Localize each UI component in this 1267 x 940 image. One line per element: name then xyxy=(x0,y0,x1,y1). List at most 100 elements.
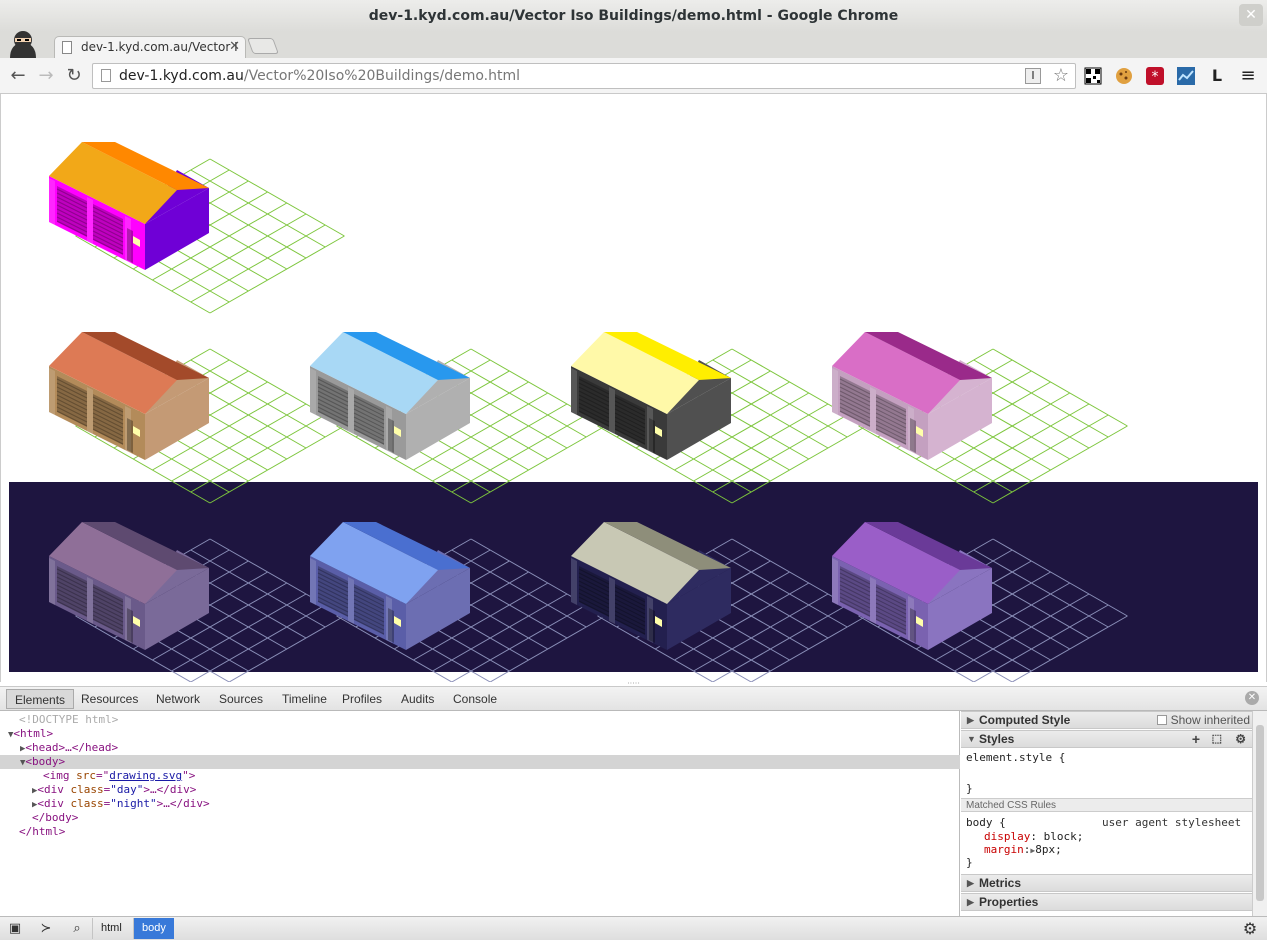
settings-gear-icon[interactable]: ⚙ xyxy=(1239,920,1261,938)
pillar xyxy=(571,558,577,605)
browser-toolbar: ← → ↻ dev-1.kyd.com.au/Vector%20Iso%20Bu… xyxy=(0,58,1267,94)
tab-audits[interactable]: Audits xyxy=(401,689,434,709)
incognito-ninja-icon xyxy=(10,31,36,58)
dock-icon[interactable]: ▣ xyxy=(4,920,26,938)
breadcrumb-body[interactable]: body xyxy=(133,918,174,939)
element-style-selector[interactable]: element.style { xyxy=(966,751,1065,764)
pillar xyxy=(49,178,55,225)
computed-style-header[interactable]: ▶ Computed Style Show inherited xyxy=(961,711,1252,729)
forward-arrow-icon[interactable]: → xyxy=(34,64,58,88)
img-attr: src xyxy=(76,769,96,782)
pillar xyxy=(609,387,615,434)
head-node[interactable]: <head>…</head> xyxy=(25,741,118,754)
metrics-header[interactable]: ▶ Metrics xyxy=(961,874,1252,892)
div-night-node[interactable]: ▶<div class="night">…</div> xyxy=(32,797,210,811)
star-icon[interactable]: ☆ xyxy=(1053,64,1069,88)
collapse-triangle-icon: ▶ xyxy=(967,897,974,907)
styles-header[interactable]: ▼ Styles + ⬚ ⚙ xyxy=(961,730,1252,748)
address-bar[interactable]: dev-1.kyd.com.au/Vector%20Iso%20Building… xyxy=(92,63,1076,89)
elements-tree: <!DOCTYPE html> ▼<html> ▶<head>…</head> … xyxy=(0,711,960,916)
tab-elements[interactable]: Elements xyxy=(6,689,75,709)
tab-resources[interactable]: Resources xyxy=(81,689,138,709)
tab-console[interactable]: Console xyxy=(453,689,497,709)
new-tab-button[interactable] xyxy=(247,38,279,54)
display-value[interactable]: : block; xyxy=(1030,830,1083,843)
pillar xyxy=(832,558,838,605)
building-night xyxy=(49,522,345,682)
ibeam-icon[interactable]: I xyxy=(1025,68,1041,84)
building-day xyxy=(571,332,867,504)
tab-timeline[interactable]: Timeline xyxy=(282,689,327,709)
svg-text:*: * xyxy=(1152,69,1159,85)
devtools-tabbar: Elements Resources Network Sources Timel… xyxy=(0,686,1267,711)
lastpass-icon[interactable]: * xyxy=(1145,66,1165,86)
reload-icon[interactable]: ↻ xyxy=(62,64,86,88)
add-rule-icon[interactable]: + xyxy=(1192,731,1200,748)
rule-source: user agent stylesheet xyxy=(1102,816,1242,829)
building-night xyxy=(832,522,1128,682)
side-door xyxy=(649,608,655,643)
browser-window: dev-1.kyd.com.au/Vector Iso Buildings/de… xyxy=(0,0,1267,940)
tab-network[interactable]: Network xyxy=(156,689,200,709)
l-icon[interactable]: L xyxy=(1207,66,1227,86)
img-tag: <img xyxy=(43,769,70,782)
display-property[interactable]: display xyxy=(984,830,1030,843)
cookie-icon[interactable] xyxy=(1114,66,1134,86)
tab-close-icon[interactable]: ✕ xyxy=(229,37,240,57)
body-rule-close: } xyxy=(966,856,973,869)
window-close-button[interactable]: ✕ xyxy=(1239,4,1263,26)
margin-value[interactable]: 8px; xyxy=(1035,843,1062,856)
pillar xyxy=(87,577,93,624)
building-day xyxy=(310,332,606,504)
menu-icon[interactable]: ≡ xyxy=(1238,66,1258,86)
div-day-node[interactable]: ▶<div class="day">…</div> xyxy=(32,783,196,797)
tab-profiles[interactable]: Profiles xyxy=(342,689,382,709)
doctype-node[interactable]: <!DOCTYPE html> xyxy=(19,713,118,726)
element-style-close: } xyxy=(966,782,973,795)
side-door xyxy=(127,228,133,263)
breadcrumb-html[interactable]: html xyxy=(92,918,130,939)
side-door xyxy=(910,608,916,643)
buildings-scene xyxy=(49,142,1128,682)
show-inherited-checkbox[interactable]: Show inherited xyxy=(1156,712,1250,729)
chart-icon[interactable] xyxy=(1176,66,1196,86)
pillar xyxy=(571,368,577,415)
side-door xyxy=(388,608,394,643)
body-close-node[interactable]: </body> xyxy=(32,811,78,824)
search-icon[interactable]: ⌕ xyxy=(66,920,88,938)
img-node[interactable]: <img src="drawing.svg"> xyxy=(43,769,195,783)
url-host: dev-1.kyd.com.au xyxy=(119,68,244,84)
window-titlebar: dev-1.kyd.com.au/Vector Iso Buildings/de… xyxy=(0,0,1267,32)
pillar xyxy=(87,387,93,434)
properties-header[interactable]: ▶ Properties xyxy=(961,893,1252,911)
pillar xyxy=(832,368,838,415)
html-close-node[interactable]: </html> xyxy=(19,825,65,838)
back-arrow-icon[interactable]: ← xyxy=(6,64,30,88)
building-day xyxy=(832,332,1128,504)
body-rule-selector[interactable]: body { xyxy=(966,816,1006,829)
pillar xyxy=(348,387,354,434)
qr-code-icon[interactable] xyxy=(1083,66,1103,86)
side-door xyxy=(127,418,133,453)
scrollbar-thumb[interactable] xyxy=(1256,725,1264,901)
pillar xyxy=(49,558,55,605)
img-src-link[interactable]: drawing.svg xyxy=(109,769,182,782)
element-state-icon[interactable]: ⬚ xyxy=(1212,731,1222,748)
tab-demo[interactable]: dev-1.kyd.com.au/Vector I ✕ xyxy=(54,36,246,59)
collapse-triangle-icon: ▶ xyxy=(967,878,974,888)
url-path: /Vector%20Iso%20Buildings/demo.html xyxy=(243,68,521,84)
devtools-close-icon[interactable]: ✕ xyxy=(1245,691,1259,705)
html-node[interactable]: <html> xyxy=(13,727,53,740)
building-night xyxy=(571,522,867,682)
selected-row[interactable] xyxy=(0,755,960,769)
tab-sources[interactable]: Sources xyxy=(219,689,263,709)
sidebar-scrollbar[interactable] xyxy=(1252,711,1267,916)
margin-property[interactable]: margin xyxy=(984,843,1024,856)
console-drawer-icon[interactable]: ≻ xyxy=(35,920,57,938)
gear-icon[interactable]: ⚙ xyxy=(1235,731,1246,748)
devtools-statusbar: ▣ ≻ ⌕ html body ⚙ xyxy=(0,916,1267,940)
side-door xyxy=(649,418,655,453)
body-node[interactable]: <body> xyxy=(25,755,65,768)
tab-strip: dev-1.kyd.com.au/Vector I ✕ xyxy=(0,31,1267,59)
matched-rules-header: Matched CSS Rules xyxy=(961,798,1252,812)
